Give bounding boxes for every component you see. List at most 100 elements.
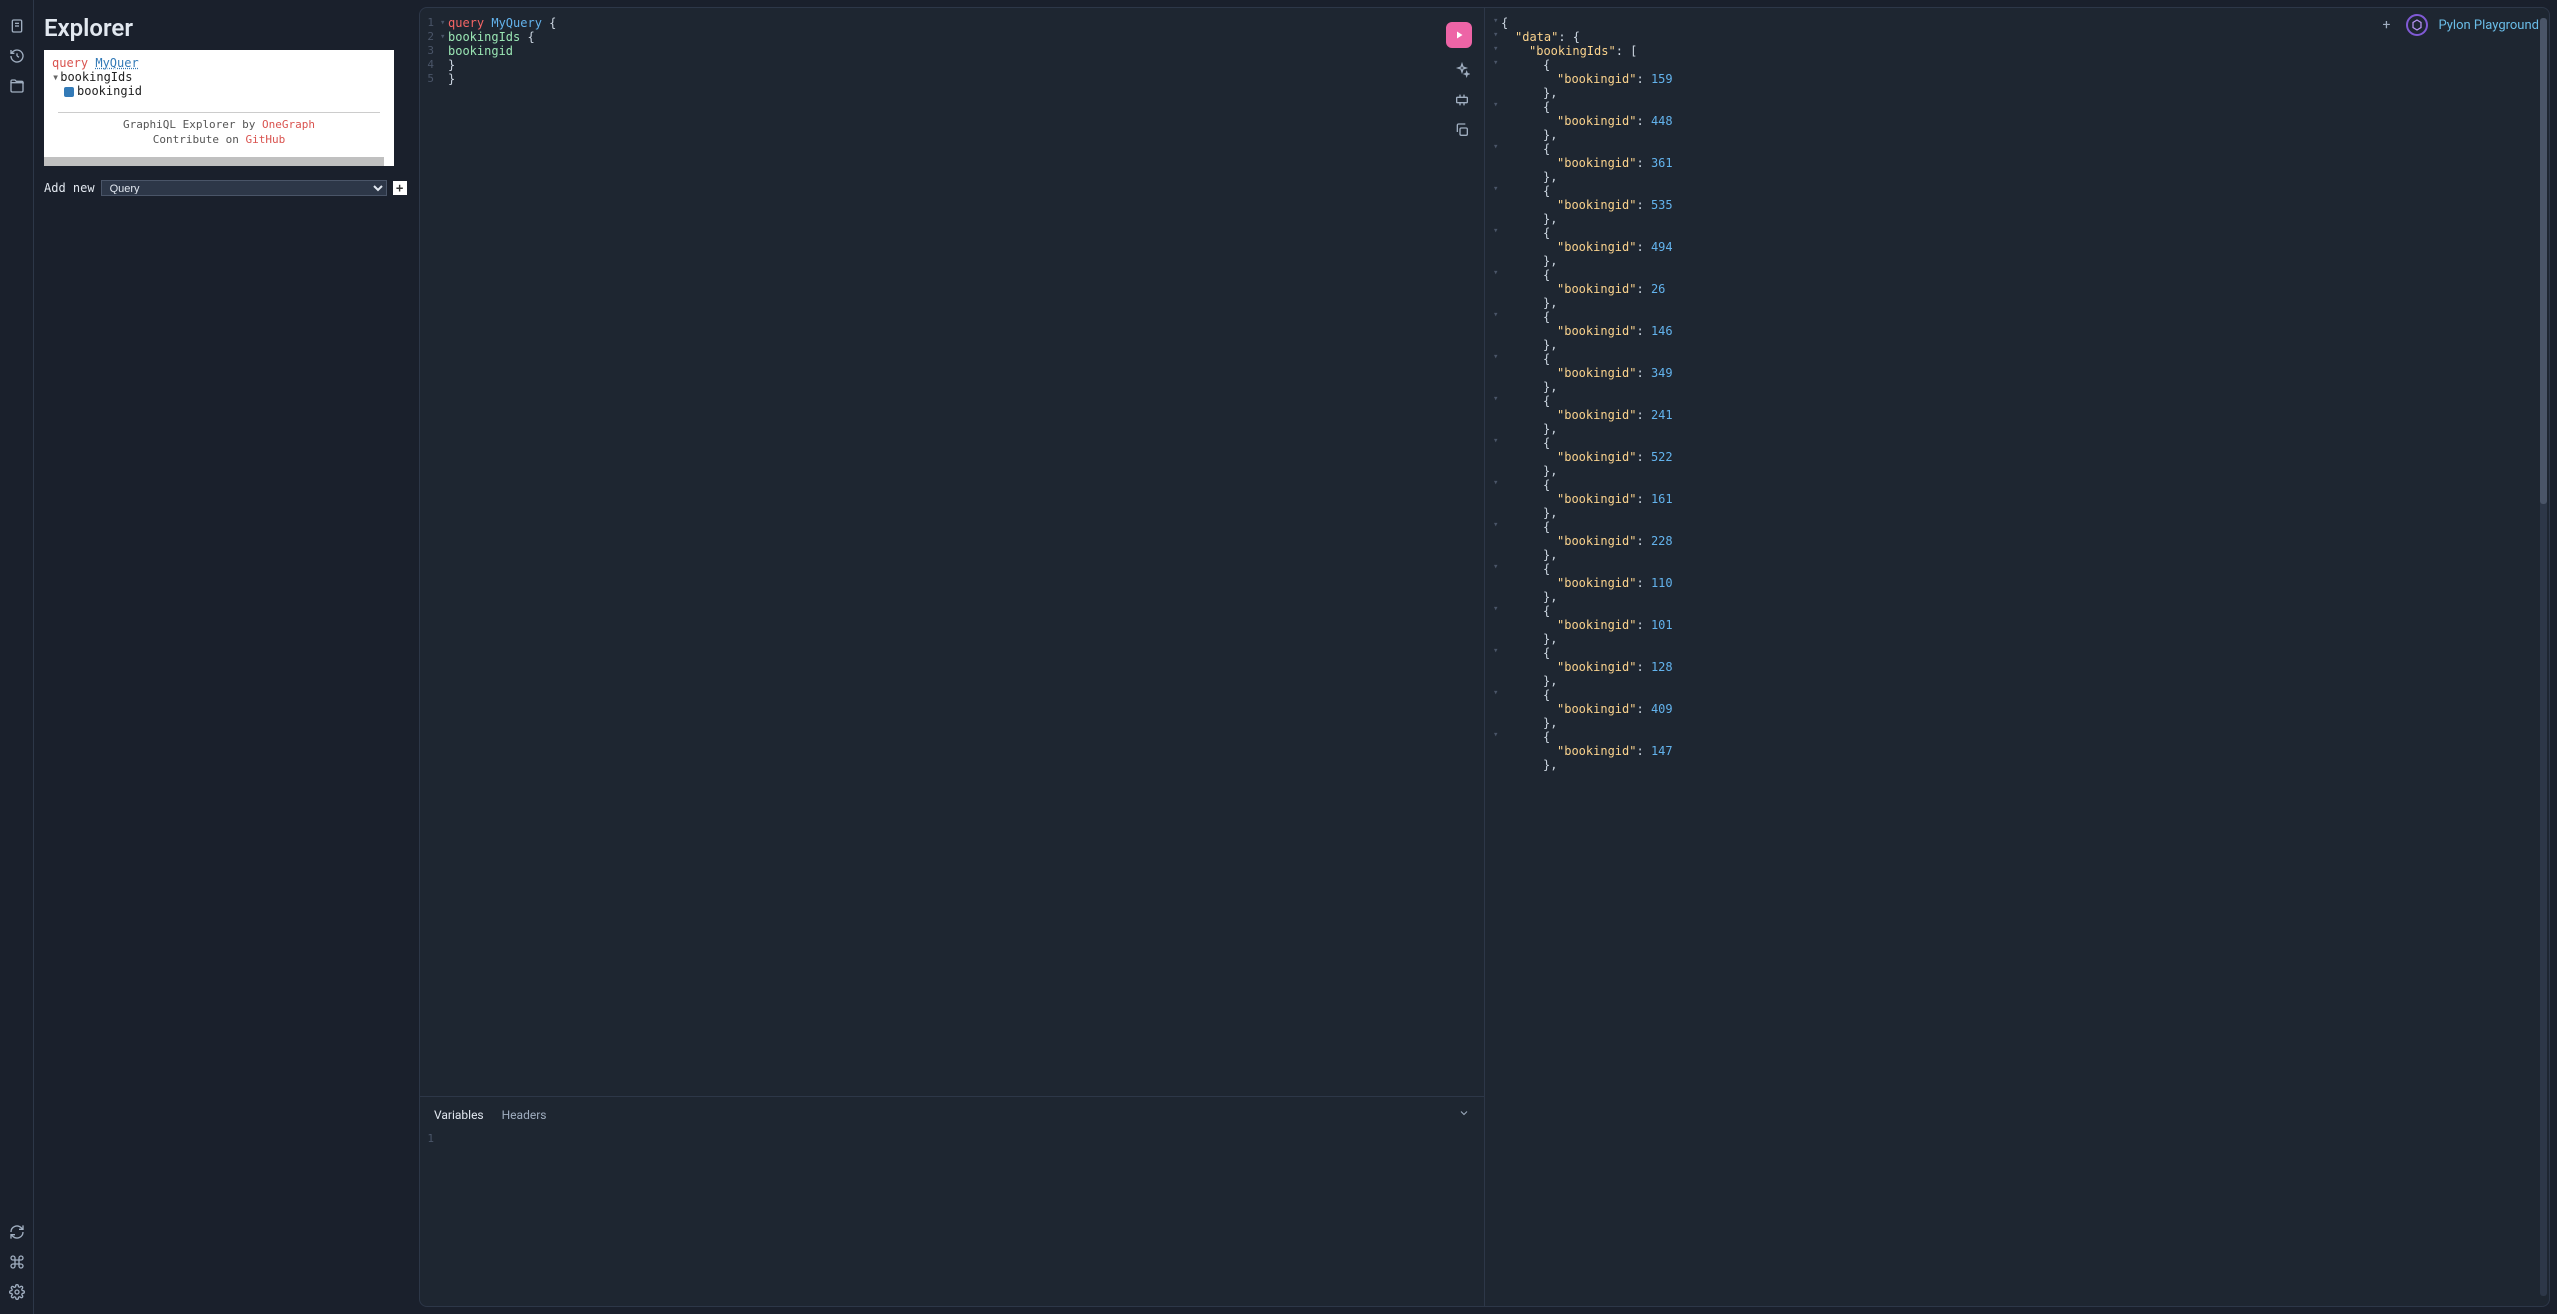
response-line: ▾{ — [1493, 310, 2535, 324]
variables-editor[interactable]: 1 — [420, 1132, 1484, 1145]
response-line: ▾{ — [1493, 604, 2535, 618]
response-line: }, — [1493, 674, 2535, 688]
response-line: "bookingid": 161 — [1493, 492, 2535, 506]
response-line: ▾{ — [1493, 520, 2535, 534]
field-checkbox[interactable] — [64, 87, 74, 97]
github-link[interactable]: GitHub — [245, 133, 285, 146]
divider — [58, 112, 380, 113]
code-line: 1▾query MyQuery { — [420, 16, 1484, 30]
response-line: ▾{ — [1493, 142, 2535, 156]
response-line: ▾{ — [1493, 226, 2535, 240]
explorer-panel: Explorer query MyQuer ▾bookingIds bookin… — [34, 0, 412, 1314]
response-line: "bookingid": 535 — [1493, 198, 2535, 212]
main-area: 1▾query MyQuery {2▾ bookingIds {3 bookin… — [412, 0, 2557, 1314]
response-column: ▾{▾"data": {▾"bookingIds": [▾{"bookingid… — [1485, 8, 2549, 1306]
code-line: 3 bookingid — [420, 44, 1484, 58]
horizontal-scrollbar[interactable] — [44, 157, 394, 166]
response-line: "bookingid": 228 — [1493, 534, 2535, 548]
variables-tab[interactable]: Variables — [434, 1108, 484, 1122]
response-line: ▾{ — [1493, 16, 2535, 30]
response-line: }, — [1493, 422, 2535, 436]
explorer-title: Explorer — [44, 14, 412, 42]
response-line: ▾{ — [1493, 100, 2535, 114]
response-line: "bookingid": 101 — [1493, 618, 2535, 632]
response-line: }, — [1493, 338, 2535, 352]
response-line: ▾{ — [1493, 394, 2535, 408]
prettify-icon[interactable] — [1454, 62, 1470, 78]
left-sidebar — [0, 0, 34, 1314]
vertical-scrollbar[interactable] — [2540, 18, 2547, 1296]
response-line: "bookingid": 241 — [1493, 408, 2535, 422]
response-line: ▾{ — [1493, 436, 2535, 450]
response-line: }, — [1493, 128, 2535, 142]
response-line: "bookingid": 147 — [1493, 744, 2535, 758]
response-line: "bookingid": 361 — [1493, 156, 2535, 170]
response-line: ▾{ — [1493, 730, 2535, 744]
shortcuts-icon[interactable] — [9, 1254, 25, 1270]
response-line: ▾"data": { — [1493, 30, 2535, 44]
query-keyword: query — [52, 56, 88, 70]
response-line: }, — [1493, 296, 2535, 310]
headers-tab[interactable]: Headers — [502, 1108, 547, 1122]
refresh-icon[interactable] — [9, 1224, 25, 1240]
response-line: "bookingid": 110 — [1493, 576, 2535, 590]
response-viewer[interactable]: ▾{▾"data": {▾"bookingIds": [▾{"bookingid… — [1485, 8, 2549, 1306]
response-line: "bookingid": 494 — [1493, 240, 2535, 254]
onegraph-link[interactable]: OneGraph — [262, 118, 315, 131]
response-line: }, — [1493, 758, 2535, 772]
query-column: 1▾query MyQuery {2▾ bookingIds {3 bookin… — [420, 8, 1485, 1306]
add-new-row: Add new Query + — [44, 180, 412, 196]
response-line: "bookingid": 448 — [1493, 114, 2535, 128]
query-editor[interactable]: 1▾query MyQuery {2▾ bookingIds {3 bookin… — [420, 8, 1484, 1096]
response-line: "bookingid": 409 — [1493, 702, 2535, 716]
settings-icon[interactable] — [9, 1284, 25, 1300]
response-line: }, — [1493, 632, 2535, 646]
code-line: 5} — [420, 72, 1484, 86]
response-line: }, — [1493, 548, 2535, 562]
run-button[interactable] — [1446, 22, 1472, 48]
code-line: 2▾ bookingIds { — [420, 30, 1484, 44]
explorer-icon[interactable] — [9, 78, 25, 94]
editor-card: 1▾query MyQuery {2▾ bookingIds {3 bookin… — [419, 7, 2550, 1307]
tree-toggle-icon[interactable]: ▾ — [52, 70, 59, 84]
response-line: }, — [1493, 590, 2535, 604]
response-line: }, — [1493, 380, 2535, 394]
response-line: ▾{ — [1493, 352, 2535, 366]
response-line: ▾{ — [1493, 184, 2535, 198]
collapse-vars-icon[interactable] — [1458, 1107, 1470, 1122]
docs-icon[interactable] — [9, 18, 25, 34]
response-line: }, — [1493, 170, 2535, 184]
explorer-body: query MyQuer ▾bookingIds bookingid Graph… — [44, 50, 394, 166]
response-line: }, — [1493, 464, 2535, 478]
response-line: ▾{ — [1493, 268, 2535, 282]
response-line: }, — [1493, 86, 2535, 100]
response-line: "bookingid": 159 — [1493, 72, 2535, 86]
brand-label: Pylon Playground — [2438, 18, 2539, 33]
response-line: ▾{ — [1493, 58, 2535, 72]
new-tab-button[interactable]: + — [2383, 17, 2391, 33]
variables-panel: Variables Headers 1 — [420, 1096, 1484, 1306]
code-line: 4 } — [420, 58, 1484, 72]
merge-icon[interactable] — [1454, 92, 1470, 108]
response-line: "bookingid": 522 — [1493, 450, 2535, 464]
tree-field-bookingid[interactable]: bookingid — [77, 84, 142, 98]
response-line: ▾{ — [1493, 646, 2535, 660]
explorer-footer: GraphiQL Explorer by OneGraph Contribute… — [52, 117, 386, 148]
history-icon[interactable] — [9, 48, 25, 64]
response-line: ▾{ — [1493, 562, 2535, 576]
response-line: ▾"bookingIds": [ — [1493, 44, 2535, 58]
query-name-input[interactable]: MyQuer — [95, 56, 138, 70]
response-line: }, — [1493, 212, 2535, 226]
response-line: ▾{ — [1493, 478, 2535, 492]
response-line: }, — [1493, 716, 2535, 730]
response-line: "bookingid": 128 — [1493, 660, 2535, 674]
add-new-select[interactable]: Query — [101, 180, 387, 196]
add-new-button[interactable]: + — [393, 181, 407, 195]
response-line: }, — [1493, 254, 2535, 268]
top-right-header: + Pylon Playground — [2383, 14, 2539, 36]
response-line: "bookingid": 146 — [1493, 324, 2535, 338]
tree-field-bookingids[interactable]: bookingIds — [60, 70, 132, 84]
response-line: "bookingid": 349 — [1493, 366, 2535, 380]
copy-icon[interactable] — [1454, 122, 1470, 138]
add-new-label: Add new — [44, 181, 95, 195]
